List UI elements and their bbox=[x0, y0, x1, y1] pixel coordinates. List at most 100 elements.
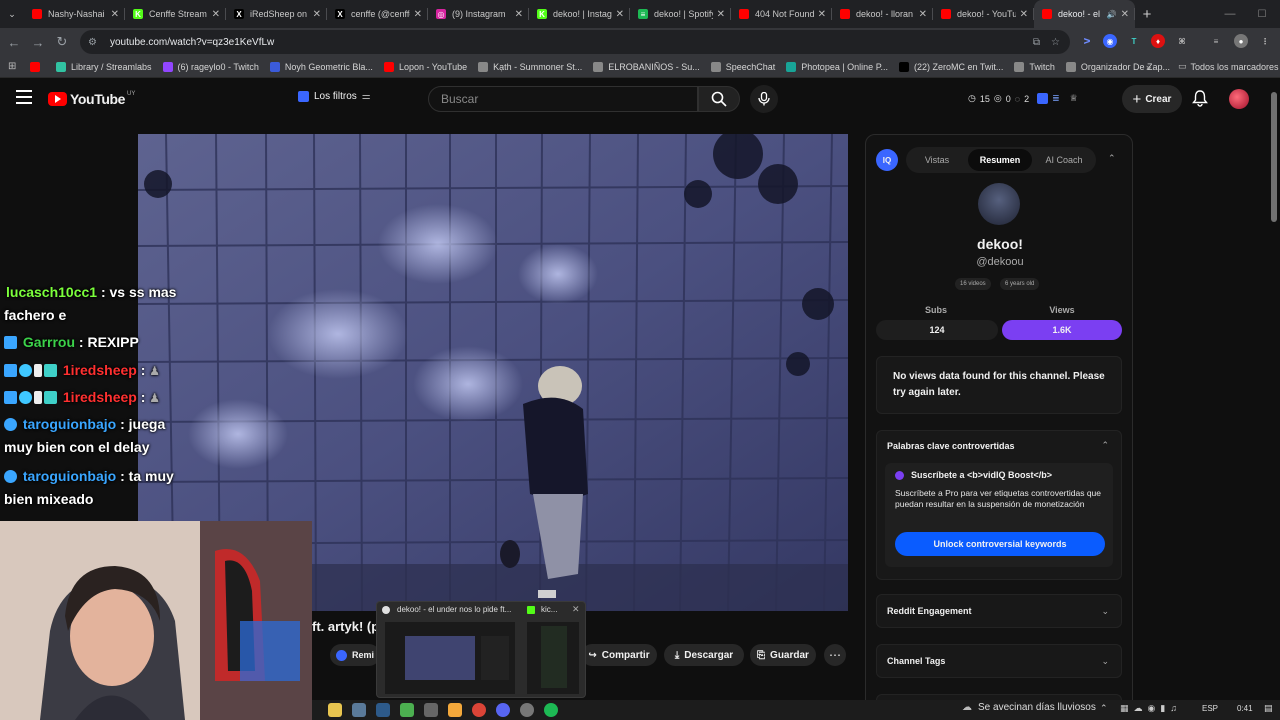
download-button[interactable]: ⤓ Descargar bbox=[664, 644, 744, 666]
app-icon[interactable] bbox=[448, 703, 462, 717]
reload-icon[interactable]: ↻ bbox=[50, 30, 74, 54]
extension-icon[interactable]: ◉ bbox=[1103, 34, 1117, 48]
obs-icon[interactable] bbox=[520, 703, 534, 717]
preview-thumbnail[interactable] bbox=[385, 622, 515, 694]
share-button[interactable]: ↪ Compartir bbox=[581, 644, 657, 666]
close-tab-icon[interactable]: ✕ bbox=[818, 9, 826, 20]
tray-chevron-icon[interactable]: ⌃ bbox=[1100, 703, 1108, 714]
close-tab-icon[interactable]: ✕ bbox=[212, 9, 220, 20]
browser-tab[interactable]: dekoo! - YouTube ✕ bbox=[933, 0, 1034, 28]
create-button[interactable]: + Crear bbox=[1122, 85, 1182, 113]
reading-list-icon[interactable]: ≡ bbox=[1209, 34, 1223, 48]
app-icon[interactable] bbox=[352, 703, 366, 717]
notification-center-icon[interactable]: ▤ bbox=[1264, 703, 1273, 714]
search-input[interactable]: Buscar bbox=[428, 86, 698, 112]
youtube-logo[interactable]: YouTube UY bbox=[48, 91, 135, 107]
browser-tab[interactable]: K Cenffe Stream ✕ bbox=[125, 0, 226, 28]
extension-icon[interactable]: ᐳ bbox=[1080, 34, 1094, 48]
bookmark-item[interactable]: (6) rageylo0 - Twitch bbox=[162, 61, 259, 72]
new-tab-button[interactable]: + bbox=[1135, 0, 1159, 28]
close-tab-icon[interactable]: ✕ bbox=[111, 9, 119, 20]
bookmark-item[interactable]: Library / Streamlabs bbox=[56, 61, 152, 72]
profile-avatar[interactable]: ● bbox=[1234, 34, 1248, 48]
close-tab-icon[interactable]: ✕ bbox=[616, 9, 624, 20]
account-avatar[interactable] bbox=[1229, 89, 1249, 109]
install-icon[interactable]: ⧉ bbox=[1033, 37, 1040, 48]
remix-button[interactable]: Remi bbox=[330, 644, 380, 666]
browser-tab[interactable]: Xcenffe (@cenffe) ✕ bbox=[327, 0, 428, 28]
extensions-puzzle-icon[interactable]: ⌘ bbox=[1175, 34, 1189, 48]
more-bookmarks-icon[interactable]: » bbox=[1146, 62, 1151, 72]
bookmark-item[interactable]: SpeechChat bbox=[710, 61, 775, 72]
voice-search-button[interactable] bbox=[750, 85, 778, 113]
browser-tab[interactable]: dekoo! - lloran ✕ bbox=[832, 0, 933, 28]
preview-thumbnail[interactable] bbox=[527, 622, 579, 694]
tab-vistas[interactable]: Vistas bbox=[912, 149, 962, 171]
expand-chevron-icon[interactable]: ⌄ bbox=[1101, 656, 1109, 667]
all-bookmarks-folder[interactable]: ▭ Todos los marcadores bbox=[1178, 61, 1279, 72]
back-icon[interactable]: ← bbox=[2, 30, 26, 54]
close-preview-icon[interactable]: ✕ bbox=[572, 604, 580, 615]
discord-icon[interactable] bbox=[496, 703, 510, 717]
collapse-panel-icon[interactable]: ⌃ bbox=[1108, 153, 1116, 164]
steam-icon[interactable] bbox=[376, 703, 390, 717]
collapse-chevron-icon[interactable]: ⌃ bbox=[1101, 440, 1109, 451]
apps-grid-icon[interactable]: ⊞ bbox=[8, 61, 20, 72]
app-icon[interactable] bbox=[400, 703, 414, 717]
close-tab-icon[interactable]: ✕ bbox=[1121, 9, 1129, 20]
browser-tab[interactable]: XiRedSheep on X ✕ bbox=[226, 0, 327, 28]
weather-widget[interactable]: ☁ Se avecinan días lluviosos bbox=[962, 702, 1096, 713]
close-tab-icon[interactable]: ✕ bbox=[515, 9, 523, 20]
channel-avatar[interactable] bbox=[978, 183, 1020, 225]
browser-tab[interactable]: Kdekoo! | Instagram ✕ bbox=[529, 0, 630, 28]
browser-tab[interactable]: Nashy-Nashai ✕ bbox=[24, 0, 125, 28]
audio-playing-icon[interactable]: 🔊 bbox=[1107, 10, 1117, 19]
close-tab-icon[interactable]: ✕ bbox=[919, 9, 927, 20]
tab-resumen[interactable]: Resumen bbox=[968, 149, 1032, 171]
save-button[interactable]: ⎘ Guardar bbox=[750, 644, 816, 666]
chrome-menu-icon[interactable]: ⋮ bbox=[1258, 34, 1272, 48]
browser-tab[interactable]: ◎ (9) Instagram ✕ bbox=[428, 0, 529, 28]
bookmark-item[interactable]: ELROBANIÑOS - Su... bbox=[593, 61, 700, 72]
site-info-icon[interactable]: ⚙ bbox=[88, 37, 102, 48]
bookmark-item[interactable]: (22) ZeroMC en Twit... bbox=[899, 61, 1003, 72]
extension-icon[interactable]: ♦ bbox=[1151, 34, 1165, 48]
filters-button[interactable]: Los filtros ⚌ bbox=[298, 91, 371, 102]
vidiq-stats[interactable]: ◷ 15 ◎ 0 ◌ 2 ≣ ♕ bbox=[968, 93, 1078, 104]
bookmark-star-icon[interactable]: ☆ bbox=[1051, 37, 1060, 48]
chrome-icon[interactable] bbox=[472, 703, 486, 717]
spotify-icon[interactable] bbox=[544, 703, 558, 717]
forward-icon[interactable]: → bbox=[26, 30, 50, 54]
tray-icons[interactable]: ▦☁◉▮♫ bbox=[1120, 703, 1182, 714]
reddit-engagement-card[interactable]: Reddit Engagement ⌄ bbox=[876, 594, 1122, 628]
bookmark-item[interactable] bbox=[30, 61, 45, 72]
bookmark-item[interactable]: Organizador De Zap... bbox=[1065, 61, 1170, 72]
channel-tags-card[interactable]: Channel Tags ⌄ bbox=[876, 644, 1122, 678]
menu-hamburger-icon[interactable] bbox=[16, 90, 32, 104]
expand-chevron-icon[interactable]: ⌄ bbox=[1101, 606, 1109, 617]
close-tab-icon[interactable]: ✕ bbox=[717, 9, 725, 20]
file-explorer-icon[interactable] bbox=[328, 703, 342, 717]
bookmark-item[interactable]: Photopea | Online P... bbox=[786, 61, 888, 72]
clock[interactable]: 0:41 bbox=[1237, 704, 1253, 713]
search-button[interactable] bbox=[698, 86, 740, 112]
close-tab-icon[interactable]: ✕ bbox=[313, 9, 321, 20]
omnibox[interactable]: ⚙ youtube.com/watch?v=qz3e1KeVfLw ⧉ ☆ bbox=[80, 30, 1070, 54]
unlock-keywords-button[interactable]: Unlock controversial keywords bbox=[895, 532, 1105, 556]
bookmark-item[interactable]: Lopon - YouTube bbox=[383, 61, 467, 72]
app-icon[interactable] bbox=[424, 703, 438, 717]
more-actions-icon[interactable]: ⋯ bbox=[824, 644, 846, 666]
subs-toggle[interactable]: 124 bbox=[876, 320, 998, 340]
browser-tab[interactable]: ≡ dekoo! | Spotify ✕ bbox=[630, 0, 731, 28]
notifications-bell-icon[interactable] bbox=[1192, 90, 1208, 112]
language-indicator[interactable]: ESP bbox=[1202, 704, 1218, 713]
browser-tab[interactable]: dekoo! - el 🔊 ✕ bbox=[1034, 0, 1135, 28]
bookmark-item[interactable]: Twitch bbox=[1014, 61, 1055, 72]
page-scrollbar[interactable] bbox=[1271, 92, 1277, 222]
tab-ai-coach[interactable]: AI Coach bbox=[1038, 149, 1090, 171]
close-tab-icon[interactable]: ✕ bbox=[1020, 9, 1028, 20]
bookmark-item[interactable]: Noyh Geometric Bla... bbox=[269, 61, 373, 72]
views-toggle[interactable]: 1.6K bbox=[1002, 320, 1122, 340]
tab-search-button[interactable]: ⌄ bbox=[0, 0, 24, 28]
minimize-icon[interactable]: — bbox=[1212, 0, 1248, 28]
